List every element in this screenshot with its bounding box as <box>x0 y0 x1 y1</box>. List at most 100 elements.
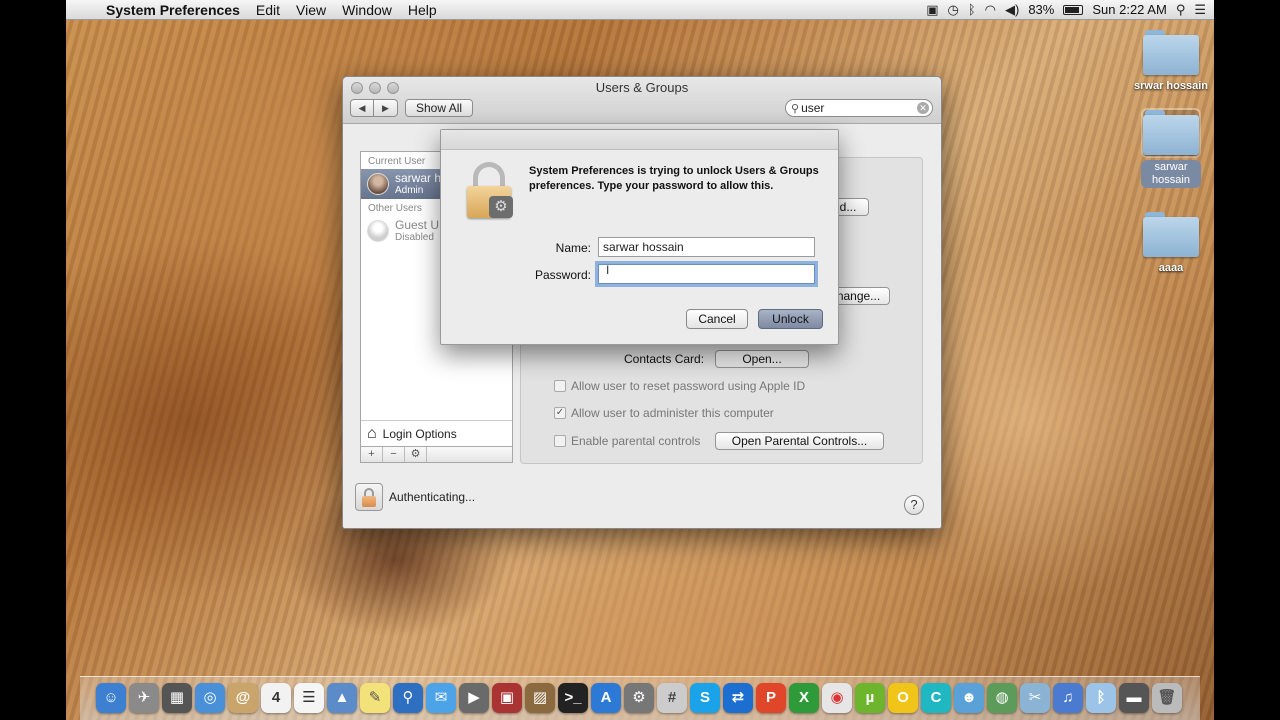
app-store-icon[interactable]: A <box>591 683 621 713</box>
menu-window[interactable]: Window <box>334 2 400 18</box>
gear-icon[interactable]: ⚙ <box>405 447 427 462</box>
forward-arrow-icon[interactable]: ▶ <box>374 99 398 117</box>
menu-app-name[interactable]: System Preferences <box>98 2 248 18</box>
bluetooth-icon[interactable]: ᛒ <box>968 2 976 17</box>
window-footer: Authenticating... <box>355 483 475 511</box>
remove-user-button[interactable]: − <box>383 447 405 462</box>
search-field[interactable]: ⚲ user ✕ <box>785 99 933 117</box>
login-options-item[interactable]: ⌂ Login Options <box>361 420 512 446</box>
terminal-icon[interactable]: >_ <box>558 683 588 713</box>
menu-clock[interactable]: Sun 2:22 AM <box>1092 2 1166 17</box>
messages-icon[interactable]: ✉ <box>426 683 456 713</box>
battery-percent[interactable]: 83% <box>1028 2 1054 17</box>
utorrent-icon[interactable]: µ <box>855 683 885 713</box>
trash-icon[interactable]: 🗑 <box>1152 683 1182 713</box>
user-role: Admin <box>395 185 424 196</box>
menu-view[interactable]: View <box>288 2 334 18</box>
search-icon: ⚲ <box>791 102 800 115</box>
parental-controls-checkbox: Enable parental controls <box>554 434 700 448</box>
launchpad-icon[interactable]: ✈ <box>129 683 159 713</box>
desktop-folder-selected[interactable]: sarwar hossain <box>1131 108 1211 188</box>
reset-password-checkbox: Allow user to reset password using Apple… <box>554 379 805 393</box>
status-text: Authenticating... <box>389 490 476 504</box>
avatar <box>367 173 389 195</box>
window-title: Users & Groups <box>595 80 689 95</box>
network-globe-icon[interactable]: ◍ <box>987 683 1017 713</box>
skype-icon[interactable]: S <box>690 683 720 713</box>
spotlight-search-icon[interactable]: ⚲ <box>1176 2 1186 18</box>
menu-edit[interactable]: Edit <box>248 2 288 18</box>
search-input[interactable]: user <box>801 101 824 115</box>
administer-checkbox: ✓ Allow user to administer this computer <box>554 406 774 420</box>
iphoto-icon[interactable]: ▨ <box>525 683 555 713</box>
checkbox <box>554 435 566 447</box>
folder-icon <box>1143 30 1199 76</box>
itunes-icon[interactable]: ♫ <box>1053 683 1083 713</box>
preview-icon[interactable]: ▲ <box>327 683 357 713</box>
notification-center-icon[interactable]: ☰ <box>1194 2 1206 18</box>
nav-buttons: ◀ ▶ <box>350 99 398 117</box>
user-name: sarwar h <box>395 171 442 185</box>
facetime-icon[interactable]: ▶ <box>459 683 489 713</box>
show-all-button[interactable]: Show All <box>405 99 474 117</box>
time-machine-icon[interactable]: ◷ <box>948 2 959 18</box>
onenote-icon[interactable]: O <box>888 683 918 713</box>
menu-help[interactable]: Help <box>400 2 445 18</box>
battery-icon[interactable] <box>1063 4 1084 15</box>
users-app-icon[interactable]: ☻ <box>954 683 984 713</box>
desktop-folder[interactable]: srwar hossain <box>1131 30 1211 93</box>
powerpoint-icon[interactable]: P <box>756 683 786 713</box>
text-cursor-icon: I <box>606 263 610 277</box>
wifi-icon[interactable]: ◠ <box>985 2 996 18</box>
mission-control-icon[interactable]: ▦ <box>162 683 192 713</box>
skype-status-icon[interactable]: ▣ <box>926 2 938 18</box>
contacts-card-label: Contacts Card: <box>624 352 705 366</box>
folder-icon <box>1141 108 1201 158</box>
chrome-icon[interactable]: ◉ <box>822 683 852 713</box>
notes-icon[interactable]: ✎ <box>360 683 390 713</box>
open-contacts-button[interactable]: Open... <box>715 350 809 368</box>
gear-icon: ⚙ <box>489 196 513 218</box>
contacts-icon[interactable]: @ <box>228 683 258 713</box>
clear-search-icon[interactable]: ✕ <box>917 102 929 114</box>
help-button[interactable]: ? <box>904 495 924 515</box>
administer-label: Allow user to administer this computer <box>571 406 774 420</box>
house-icon: ⌂ <box>367 424 377 442</box>
checkbox-checked: ✓ <box>554 407 566 419</box>
tools-icon[interactable]: ✂ <box>1020 683 1050 713</box>
checkbox <box>554 380 566 392</box>
back-arrow-icon[interactable]: ◀ <box>350 99 374 117</box>
guest-avatar <box>367 220 389 242</box>
user-list-toolbar: + − ⚙ <box>361 446 512 462</box>
system-preferences-icon[interactable]: ⚙ <box>624 683 654 713</box>
calendar-icon[interactable]: 4 <box>261 683 291 713</box>
open-parental-controls-button[interactable]: Open Parental Controls... <box>715 432 884 450</box>
dialog-topband <box>441 130 838 150</box>
add-user-button[interactable]: + <box>361 447 383 462</box>
safari-icon[interactable]: ◎ <box>195 683 225 713</box>
desktop-folder[interactable]: aaaa <box>1131 212 1211 275</box>
teamviewer-icon[interactable]: ⇄ <box>723 683 753 713</box>
c-app-icon[interactable]: C <box>921 683 951 713</box>
name-field[interactable]: sarwar hossain <box>598 237 815 257</box>
unlock-button[interactable]: Unlock <box>758 309 823 329</box>
dock-icons: ☺ ✈ ▦ ◎ @ 4 ☰ ▲ ✎ ⚲ ✉ ▶ ▣ ▨ >_ A ⚙ # S ⇄… <box>96 683 1182 713</box>
password-label: Password: <box>534 268 591 282</box>
parental-controls-label: Enable parental controls <box>571 434 701 448</box>
menu-extras: ▣ ◷ ᛒ ◠ ◀) 83% Sun 2:22 AM ⚲ ☰ <box>926 2 1214 18</box>
cancel-button[interactable]: Cancel <box>686 309 748 329</box>
calculator-icon[interactable]: # <box>657 683 687 713</box>
lock-icon[interactable] <box>355 483 383 511</box>
window-titlebar: Users & Groups ◀ ▶ Show All ⚲ user ✕ <box>343 77 941 124</box>
volume-icon[interactable]: ◀) <box>1005 2 1019 18</box>
password-field[interactable] <box>598 264 815 284</box>
bluetooth-file-icon[interactable]: ᛒ <box>1086 683 1116 713</box>
reminders-icon[interactable]: ☰ <box>294 683 324 713</box>
lock-icon: ⚙ <box>465 160 515 220</box>
photo-booth-icon[interactable]: ▣ <box>492 683 522 713</box>
menu-bar: System Preferences Edit View Window Help… <box>66 0 1214 20</box>
finder-icon[interactable]: ☺ <box>96 683 126 713</box>
spotlight-icon[interactable]: ⚲ <box>393 683 423 713</box>
excel-icon[interactable]: X <box>789 683 819 713</box>
downloads-stack-icon[interactable]: ▬ <box>1119 683 1149 713</box>
